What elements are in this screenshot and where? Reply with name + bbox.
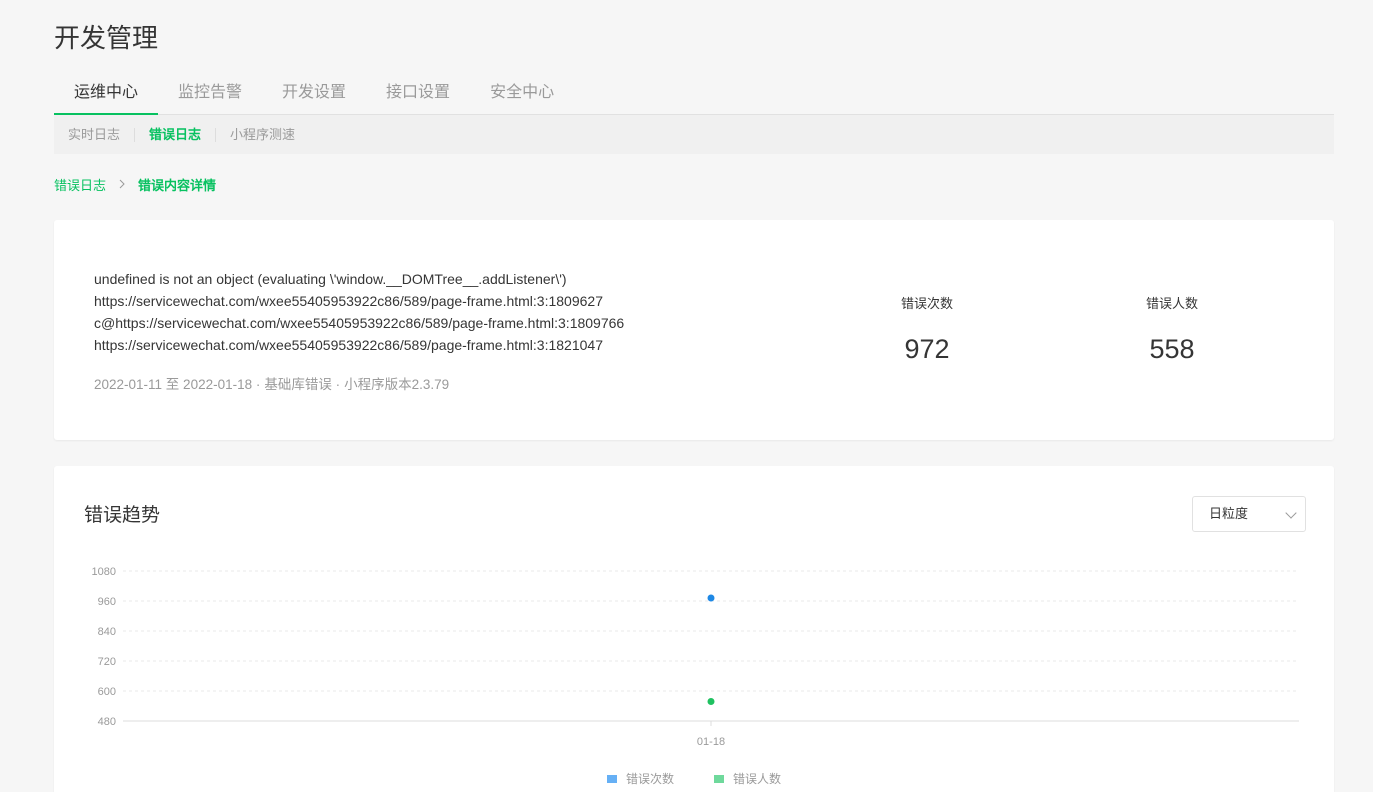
sub-tabs: 实时日志 错误日志 小程序测速 — [54, 115, 1334, 154]
x-tick-label: 01-18 — [697, 736, 725, 748]
y-tick-label: 720 — [98, 656, 116, 668]
error-message: undefined is not an object (evaluating \… — [94, 268, 624, 356]
error-count-stat: 错误次数 972 — [867, 293, 987, 365]
breadcrumb-current: 错误内容详情 — [138, 178, 217, 193]
y-tick-label: 960 — [98, 596, 116, 608]
error-users-value: 558 — [1149, 334, 1195, 364]
error-users-label: 错误人数 — [1145, 296, 1198, 311]
tab-monitoring[interactable]: 监控告警 — [158, 72, 262, 115]
legend-swatch — [714, 774, 724, 783]
y-tick-label: 480 — [98, 716, 116, 728]
trend-chart: 1080 960 840 720 600 480 01-18 — [92, 566, 1299, 748]
error-trend-card: 错误趋势 日粒度 1080 960 840 720 600 480 01-18 错误次数 错… — [54, 466, 1334, 792]
app-version: 小程序版本2.3.79 — [344, 377, 450, 392]
error-detail-card: undefined is not an object (evaluating \… — [54, 220, 1334, 440]
subtab-realtime-log[interactable]: 实时日志 — [68, 127, 134, 142]
breadcrumb-error-log[interactable]: 错误日志 — [54, 175, 106, 194]
error-users-stat: 错误人数 558 — [1112, 293, 1232, 365]
tab-dev-settings[interactable]: 开发设置 — [262, 72, 366, 115]
tab-ops-center[interactable]: 运维中心 — [54, 72, 159, 115]
legend-swatch — [606, 774, 617, 783]
error-line: https://servicewechat.com/wxee5540595392… — [94, 293, 603, 309]
page-title: 开发管理 — [54, 23, 159, 53]
legend-label: 错误人数 — [733, 772, 782, 786]
y-tick-label: 600 — [98, 686, 116, 698]
y-tick-label: 1080 — [92, 566, 116, 578]
date-range: 2022-01-11 至 2022-01-18 · — [94, 377, 261, 392]
data-point — [707, 698, 715, 705]
tab-api-settings[interactable]: 接口设置 — [366, 72, 470, 115]
main-tabs: 运维中心 监控告警 开发设置 接口设置 安全中心 — [54, 72, 1334, 115]
legend-item-error-count[interactable]: 错误次数 — [606, 770, 674, 787]
y-tick-label: 840 — [98, 626, 116, 638]
error-meta: 2022-01-11 至 2022-01-18 · 基础库错误 · 小程序版本2… — [94, 373, 453, 393]
chevron-right-icon — [118, 177, 126, 192]
legend-label: 错误次数 — [625, 772, 674, 786]
chart-legend: 错误次数 错误人数 — [54, 770, 1334, 787]
tab-security-center[interactable]: 安全中心 — [470, 72, 574, 115]
legend-item-error-users[interactable]: 错误人数 — [714, 770, 781, 787]
error-line: c@https://servicewechat.com/wxee55405953… — [94, 315, 625, 331]
breadcrumb: 错误日志 错误内容详情 — [54, 175, 216, 194]
error-category: 基础库错误 · — [264, 377, 341, 392]
subtab-speed-test[interactable]: 小程序测速 — [215, 127, 309, 142]
error-count-value: 972 — [904, 334, 950, 364]
error-count-label: 错误次数 — [900, 296, 953, 311]
subtab-error-log[interactable]: 错误日志 — [134, 127, 215, 142]
error-line: https://servicewechat.com/wxee5540595392… — [94, 337, 603, 353]
data-point — [707, 594, 715, 602]
error-line: undefined is not an object (evaluating \… — [94, 271, 567, 287]
